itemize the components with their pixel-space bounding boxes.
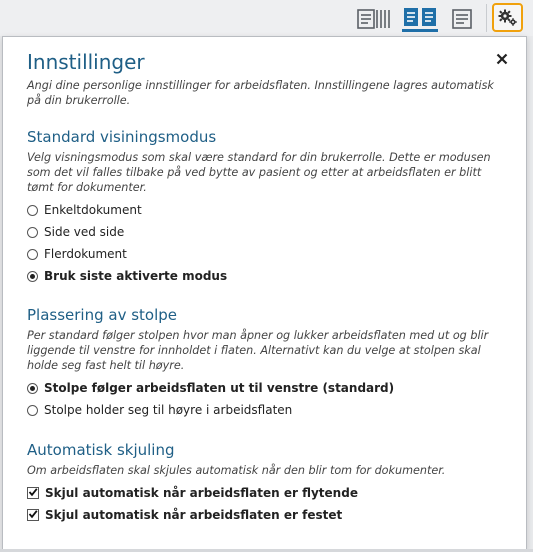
top-toolbar <box>0 0 533 36</box>
side-by-side-view-icon <box>403 7 437 27</box>
checkbox[interactable] <box>27 487 39 499</box>
radio-label: Bruk siste aktiverte modus <box>44 269 228 283</box>
view-mode-section: Standard visiningsmodus Velg visningsmod… <box>27 127 502 287</box>
radio-label: Stolpe følger arbeidsflaten ut til venst… <box>44 381 395 395</box>
radio-label: Stolpe holder seg til høyre i arbeidsfla… <box>44 403 293 417</box>
single-document-view-icon <box>451 8 473 29</box>
column-position-title: Plassering av stolpe <box>27 306 178 324</box>
checkbox-option-hide-floating[interactable]: Skjul automatisk når arbeidsflaten er fl… <box>27 482 502 504</box>
radio-label: Enkeltdokument <box>44 203 142 217</box>
view-mode-description: Velg visningsmodus som skal være standar… <box>27 151 491 194</box>
column-position-description: Per standard følger stolpen hvor man åpn… <box>27 329 489 372</box>
side-by-side-view-button[interactable] <box>402 5 438 32</box>
checkbox[interactable] <box>27 509 39 521</box>
radio-option-multi-document[interactable]: Flerdokument <box>27 243 502 265</box>
checkmark-icon <box>28 508 38 522</box>
gear-icon <box>498 9 518 27</box>
checkbox-label: Skjul automatisk når arbeidsflaten er fl… <box>45 486 358 500</box>
radio-button-selected[interactable] <box>27 270 38 282</box>
checkbox-label: Skjul automatisk når arbeidsflaten er fe… <box>45 508 343 522</box>
view-mode-title: Standard visiningsmodus <box>27 128 217 146</box>
settings-button[interactable] <box>492 3 523 32</box>
panel-title: Innstillinger <box>27 50 145 74</box>
multi-document-view-icon <box>357 8 391 29</box>
radio-button[interactable] <box>27 248 38 260</box>
radio-label: Flerdokument <box>44 247 127 261</box>
single-document-view-button[interactable] <box>447 5 477 32</box>
radio-button-selected[interactable] <box>27 382 38 394</box>
radio-button[interactable] <box>27 404 38 416</box>
radio-option-last-active-mode[interactable]: Bruk siste aktiverte modus <box>27 265 502 287</box>
auto-hide-section: Automatisk skjuling Om arbeidsflaten ska… <box>27 440 502 526</box>
radio-option-column-fixed-right[interactable]: Stolpe holder seg til høyre i arbeidsfla… <box>27 399 502 421</box>
radio-button[interactable] <box>27 204 38 216</box>
settings-panel: Innstillinger Angi dine personlige innst… <box>2 36 527 550</box>
toolbar-divider <box>486 4 487 32</box>
checkmark-icon <box>28 486 38 500</box>
radio-label: Side ved side <box>44 225 125 239</box>
column-position-section: Plassering av stolpe Per standard følger… <box>27 305 502 421</box>
panel-description: Angi dine personlige innstillinger for a… <box>27 79 494 107</box>
radio-button[interactable] <box>27 226 38 238</box>
auto-hide-title: Automatisk skjuling <box>27 441 175 459</box>
auto-hide-description: Om arbeidsflaten skal skjules automatisk… <box>27 464 446 477</box>
checkbox-option-hide-pinned[interactable]: Skjul automatisk når arbeidsflaten er fe… <box>27 504 502 526</box>
radio-option-column-follows[interactable]: Stolpe følger arbeidsflaten ut til venst… <box>27 377 502 399</box>
radio-option-side-by-side[interactable]: Side ved side <box>27 221 502 243</box>
multi-document-view-button[interactable] <box>356 5 392 32</box>
settings-content: Innstillinger Angi dine personlige innst… <box>27 49 502 522</box>
radio-option-single-document[interactable]: Enkeltdokument <box>27 199 502 221</box>
